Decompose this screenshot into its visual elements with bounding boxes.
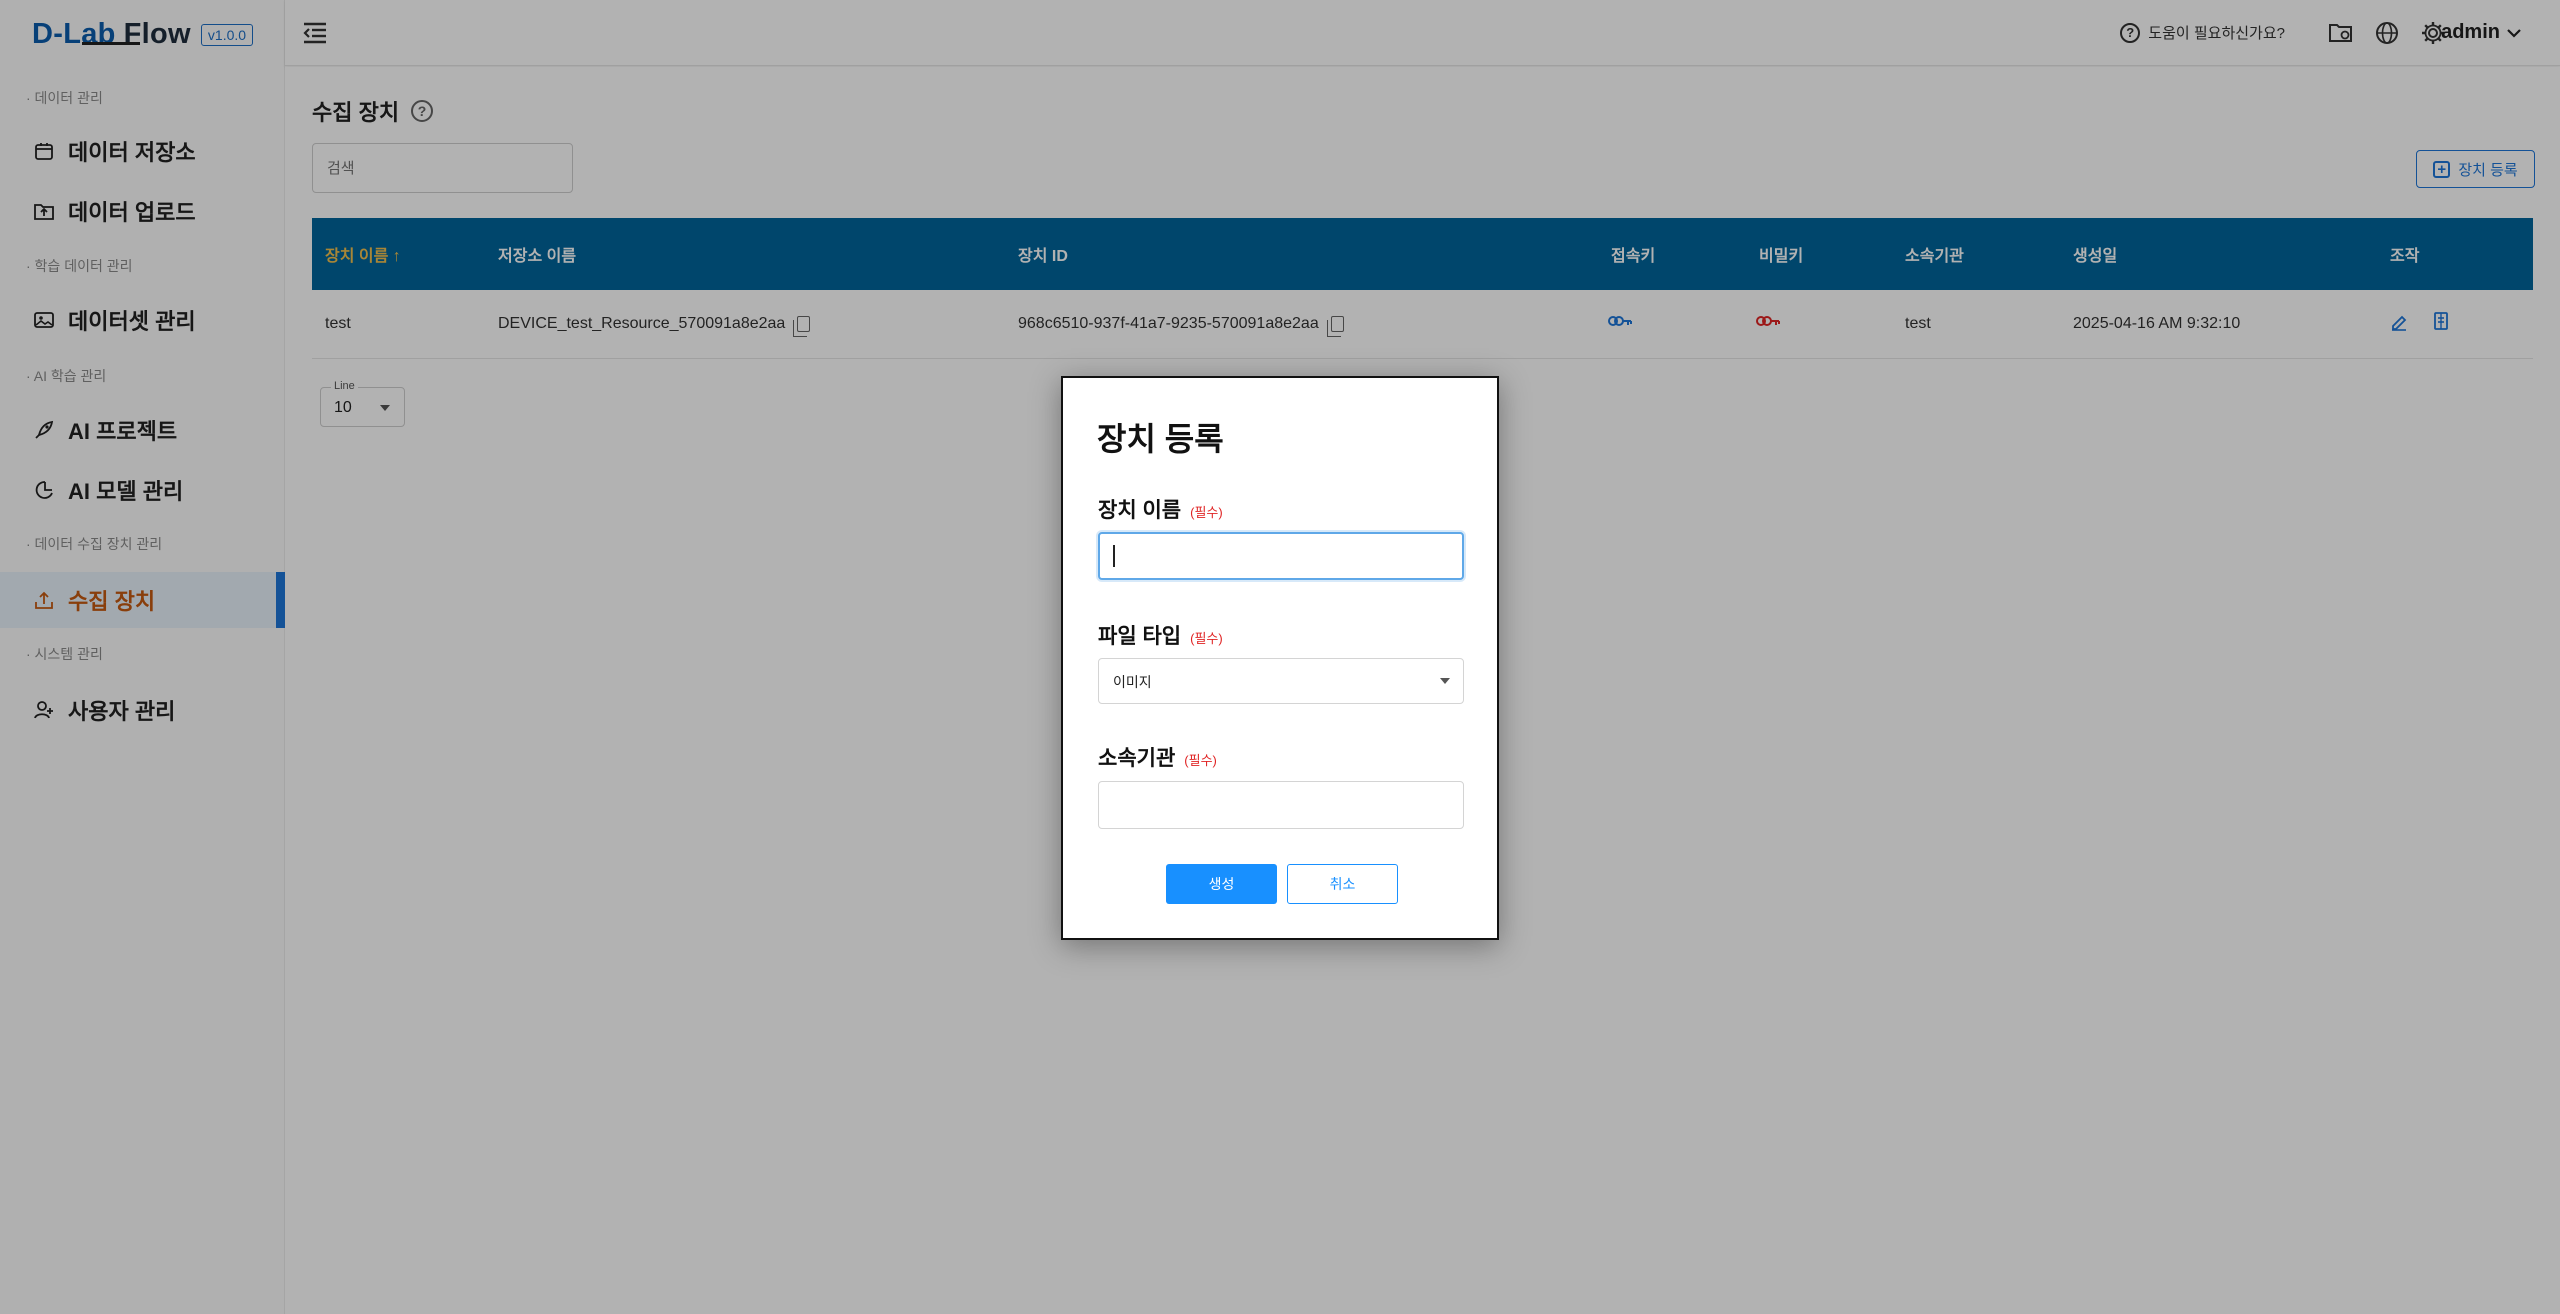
app-root: D-Lab Flow v1.0.0 · 데이터 관리 데이터 저장소 데이터 업로…	[0, 0, 2560, 1314]
cancel-button[interactable]: 취소	[1287, 864, 1398, 904]
device-name-label-text: 장치 이름	[1098, 499, 1182, 522]
dialog-title: 장치 등록	[1097, 421, 1224, 457]
text-cursor	[1113, 545, 1115, 567]
organization-input[interactable]	[1098, 781, 1464, 829]
file-type-value: 이미지	[1113, 674, 1152, 690]
required-marker: (필수)	[1190, 505, 1223, 520]
device-name-input[interactable]	[1098, 532, 1464, 580]
file-type-select[interactable]: 이미지	[1098, 658, 1464, 704]
required-marker: (필수)	[1190, 631, 1223, 646]
register-device-dialog: 장치 등록 장치 이름 (필수) 파일 타입 (필수) 이미지 소속기관 (필수…	[1061, 376, 1499, 940]
create-button[interactable]: 생성	[1166, 864, 1277, 904]
device-name-label: 장치 이름 (필수)	[1098, 494, 1223, 524]
organization-label: 소속기관 (필수)	[1098, 742, 1217, 772]
caret-down-icon	[1440, 678, 1450, 684]
file-type-label: 파일 타입 (필수)	[1098, 620, 1223, 650]
file-type-label-text: 파일 타입	[1098, 625, 1182, 648]
required-marker: (필수)	[1184, 753, 1217, 768]
organization-label-text: 소속기관	[1098, 747, 1176, 770]
